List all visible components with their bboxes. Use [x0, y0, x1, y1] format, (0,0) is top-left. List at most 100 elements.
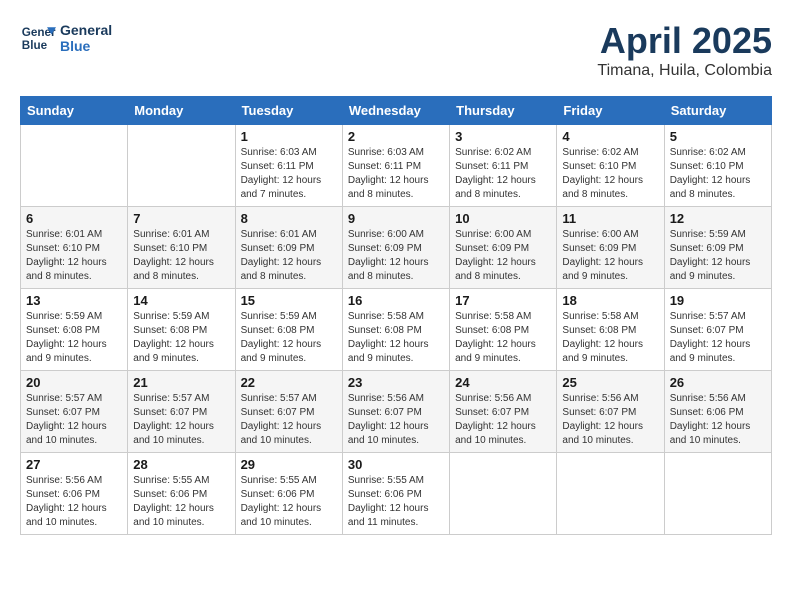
day-detail: Sunrise: 5:57 AM Sunset: 6:07 PM Dayligh… — [133, 392, 229, 448]
day-detail: Sunrise: 5:56 AM Sunset: 6:06 PM Dayligh… — [670, 392, 766, 448]
weekday-header: Monday — [128, 97, 235, 125]
calendar-cell: 21 Sunrise: 5:57 AM Sunset: 6:07 PM Dayli… — [128, 371, 235, 453]
calendar-cell: 1Sunrise: 6:03 AM Sunset: 6:11 PM Daylig… — [235, 125, 342, 207]
day-detail: Sunrise: 5:59 AM Sunset: 6:08 PM Dayligh… — [241, 310, 337, 366]
day-detail: Sunrise: 5:58 AM Sunset: 6:08 PM Dayligh… — [348, 310, 444, 366]
calendar-header-row: SundayMondayTuesdayWednesdayThursdayFrid… — [21, 97, 772, 125]
day-detail: Sunrise: 6:01 AM Sunset: 6:10 PM Dayligh… — [26, 228, 122, 284]
day-detail: Sunrise: 5:56 AM Sunset: 6:07 PM Dayligh… — [455, 392, 551, 448]
calendar-cell: 19 Sunrise: 5:57 AM Sunset: 6:07 PM Dayli… — [664, 289, 771, 371]
day-detail: Sunrise: 5:59 AM Sunset: 6:09 PM Dayligh… — [670, 228, 766, 284]
calendar-week-row: 6Sunrise: 6:01 AM Sunset: 6:10 PM Daylig… — [21, 207, 772, 289]
calendar-cell: 5Sunrise: 6:02 AM Sunset: 6:10 PM Daylig… — [664, 125, 771, 207]
calendar-cell: 12Sunrise: 5:59 AM Sunset: 6:09 PM Dayli… — [664, 207, 771, 289]
day-detail: Sunrise: 6:00 AM Sunset: 6:09 PM Dayligh… — [562, 228, 658, 284]
day-detail: Sunrise: 5:55 AM Sunset: 6:06 PM Dayligh… — [133, 474, 229, 530]
day-detail: Sunrise: 5:55 AM Sunset: 6:06 PM Dayligh… — [348, 474, 444, 530]
calendar-cell: 20Sunrise: 5:57 AM Sunset: 6:07 PM Dayli… — [21, 371, 128, 453]
calendar-week-row: 20 Sunrise: 5:57 AM Sunset: 6:07 PM Dayli… — [21, 371, 772, 453]
calendar-cell: 22 Sunrise: 5:57 AM Sunset: 6:07 PM Dayli… — [235, 371, 342, 453]
logo-icon: General Blue — [20, 20, 56, 56]
calendar-table: SundayMondayTuesdayWednesdayThursdayFrid… — [20, 96, 772, 535]
day-detail: Sunrise: 5:56 AM Sunset: 6:06 PM Dayligh… — [26, 474, 122, 530]
day-detail: Sunrise: 6:03 AM Sunset: 6:11 PM Dayligh… — [241, 146, 337, 202]
calendar-cell — [21, 125, 128, 207]
day-number: 30 — [348, 457, 444, 472]
day-number: 3 — [455, 129, 551, 144]
day-number: 26 — [670, 375, 766, 390]
day-detail: Sunrise: 5:57 AM Sunset: 6:07 PM Dayligh… — [241, 392, 337, 448]
logo-text-general: General — [60, 22, 112, 38]
day-detail: Sunrise: 5:59 AM Sunset: 6:08 PM Dayligh… — [26, 310, 122, 366]
day-number: 9 — [348, 211, 444, 226]
day-detail: Sunrise: 5:55 AM Sunset: 6:06 PM Dayligh… — [241, 474, 337, 530]
day-detail: Sunrise: 5:59 AM Sunset: 6:08 PM Dayligh… — [133, 310, 229, 366]
logo: General Blue General Blue — [20, 20, 112, 56]
day-detail: Sunrise: 5:56 AM Sunset: 6:07 PM Dayligh… — [348, 392, 444, 448]
day-detail: Sunrise: 6:01 AM Sunset: 6:09 PM Dayligh… — [241, 228, 337, 284]
weekday-header: Wednesday — [342, 97, 449, 125]
day-detail: Sunrise: 6:03 AM Sunset: 6:11 PM Dayligh… — [348, 146, 444, 202]
day-number: 24 — [455, 375, 551, 390]
calendar-cell: 26 Sunrise: 5:56 AM Sunset: 6:06 PM Dayli… — [664, 371, 771, 453]
calendar-subtitle: Timana, Huila, Colombia — [597, 62, 772, 80]
calendar-cell: 23 Sunrise: 5:56 AM Sunset: 6:07 PM Dayli… — [342, 371, 449, 453]
calendar-cell: 24 Sunrise: 5:56 AM Sunset: 6:07 PM Dayli… — [450, 371, 557, 453]
calendar-cell: 3 Sunrise: 6:02 AM Sunset: 6:11 PM Daylig… — [450, 125, 557, 207]
calendar-cell: 2 Sunrise: 6:03 AM Sunset: 6:11 PM Daylig… — [342, 125, 449, 207]
day-number: 18 — [562, 293, 658, 308]
day-detail: Sunrise: 6:02 AM Sunset: 6:10 PM Dayligh… — [562, 146, 658, 202]
day-detail: Sunrise: 5:58 AM Sunset: 6:08 PM Dayligh… — [455, 310, 551, 366]
svg-text:Blue: Blue — [22, 39, 48, 52]
calendar-week-row: 1Sunrise: 6:03 AM Sunset: 6:11 PM Daylig… — [21, 125, 772, 207]
calendar-cell: 18 Sunrise: 5:58 AM Sunset: 6:08 PM Dayli… — [557, 289, 664, 371]
day-number: 23 — [348, 375, 444, 390]
calendar-cell: 11 Sunrise: 6:00 AM Sunset: 6:09 PM Dayli… — [557, 207, 664, 289]
day-number: 17 — [455, 293, 551, 308]
calendar-cell: 13 Sunrise: 5:59 AM Sunset: 6:08 PM Dayli… — [21, 289, 128, 371]
calendar-cell: 25 Sunrise: 5:56 AM Sunset: 6:07 PM Dayli… — [557, 371, 664, 453]
title-block: April 2025 Timana, Huila, Colombia — [597, 20, 772, 80]
calendar-cell: 10 Sunrise: 6:00 AM Sunset: 6:09 PM Dayli… — [450, 207, 557, 289]
calendar-title: April 2025 — [597, 20, 772, 62]
day-number: 21 — [133, 375, 229, 390]
day-number: 2 — [348, 129, 444, 144]
page-header: General Blue General Blue April 2025 Tim… — [20, 20, 772, 80]
calendar-cell — [664, 453, 771, 535]
day-number: 4 — [562, 129, 658, 144]
day-number: 14 — [133, 293, 229, 308]
calendar-cell — [557, 453, 664, 535]
weekday-header: Tuesday — [235, 97, 342, 125]
day-number: 29 — [241, 457, 337, 472]
day-number: 15 — [241, 293, 337, 308]
day-number: 16 — [348, 293, 444, 308]
weekday-header: Saturday — [664, 97, 771, 125]
day-number: 13 — [26, 293, 122, 308]
calendar-cell: 27Sunrise: 5:56 AM Sunset: 6:06 PM Dayli… — [21, 453, 128, 535]
day-detail: Sunrise: 6:02 AM Sunset: 6:11 PM Dayligh… — [455, 146, 551, 202]
calendar-cell: 8 Sunrise: 6:01 AM Sunset: 6:09 PM Daylig… — [235, 207, 342, 289]
day-number: 11 — [562, 211, 658, 226]
weekday-header: Sunday — [21, 97, 128, 125]
day-detail: Sunrise: 5:58 AM Sunset: 6:08 PM Dayligh… — [562, 310, 658, 366]
calendar-cell: 29 Sunrise: 5:55 AM Sunset: 6:06 PM Dayli… — [235, 453, 342, 535]
day-number: 10 — [455, 211, 551, 226]
day-number: 28 — [133, 457, 229, 472]
day-number: 19 — [670, 293, 766, 308]
weekday-header: Friday — [557, 97, 664, 125]
day-number: 20 — [26, 375, 122, 390]
calendar-cell: 4 Sunrise: 6:02 AM Sunset: 6:10 PM Daylig… — [557, 125, 664, 207]
day-number: 25 — [562, 375, 658, 390]
calendar-cell: 14 Sunrise: 5:59 AM Sunset: 6:08 PM Dayli… — [128, 289, 235, 371]
calendar-cell: 7Sunrise: 6:01 AM Sunset: 6:10 PM Daylig… — [128, 207, 235, 289]
calendar-cell: 16 Sunrise: 5:58 AM Sunset: 6:08 PM Dayli… — [342, 289, 449, 371]
calendar-cell: 17 Sunrise: 5:58 AM Sunset: 6:08 PM Dayli… — [450, 289, 557, 371]
day-detail: Sunrise: 6:01 AM Sunset: 6:10 PM Dayligh… — [133, 228, 229, 284]
day-number: 22 — [241, 375, 337, 390]
day-detail: Sunrise: 5:56 AM Sunset: 6:07 PM Dayligh… — [562, 392, 658, 448]
calendar-week-row: 13 Sunrise: 5:59 AM Sunset: 6:08 PM Dayli… — [21, 289, 772, 371]
day-detail: Sunrise: 6:00 AM Sunset: 6:09 PM Dayligh… — [455, 228, 551, 284]
calendar-cell — [450, 453, 557, 535]
day-number: 8 — [241, 211, 337, 226]
day-detail: Sunrise: 5:57 AM Sunset: 6:07 PM Dayligh… — [670, 310, 766, 366]
